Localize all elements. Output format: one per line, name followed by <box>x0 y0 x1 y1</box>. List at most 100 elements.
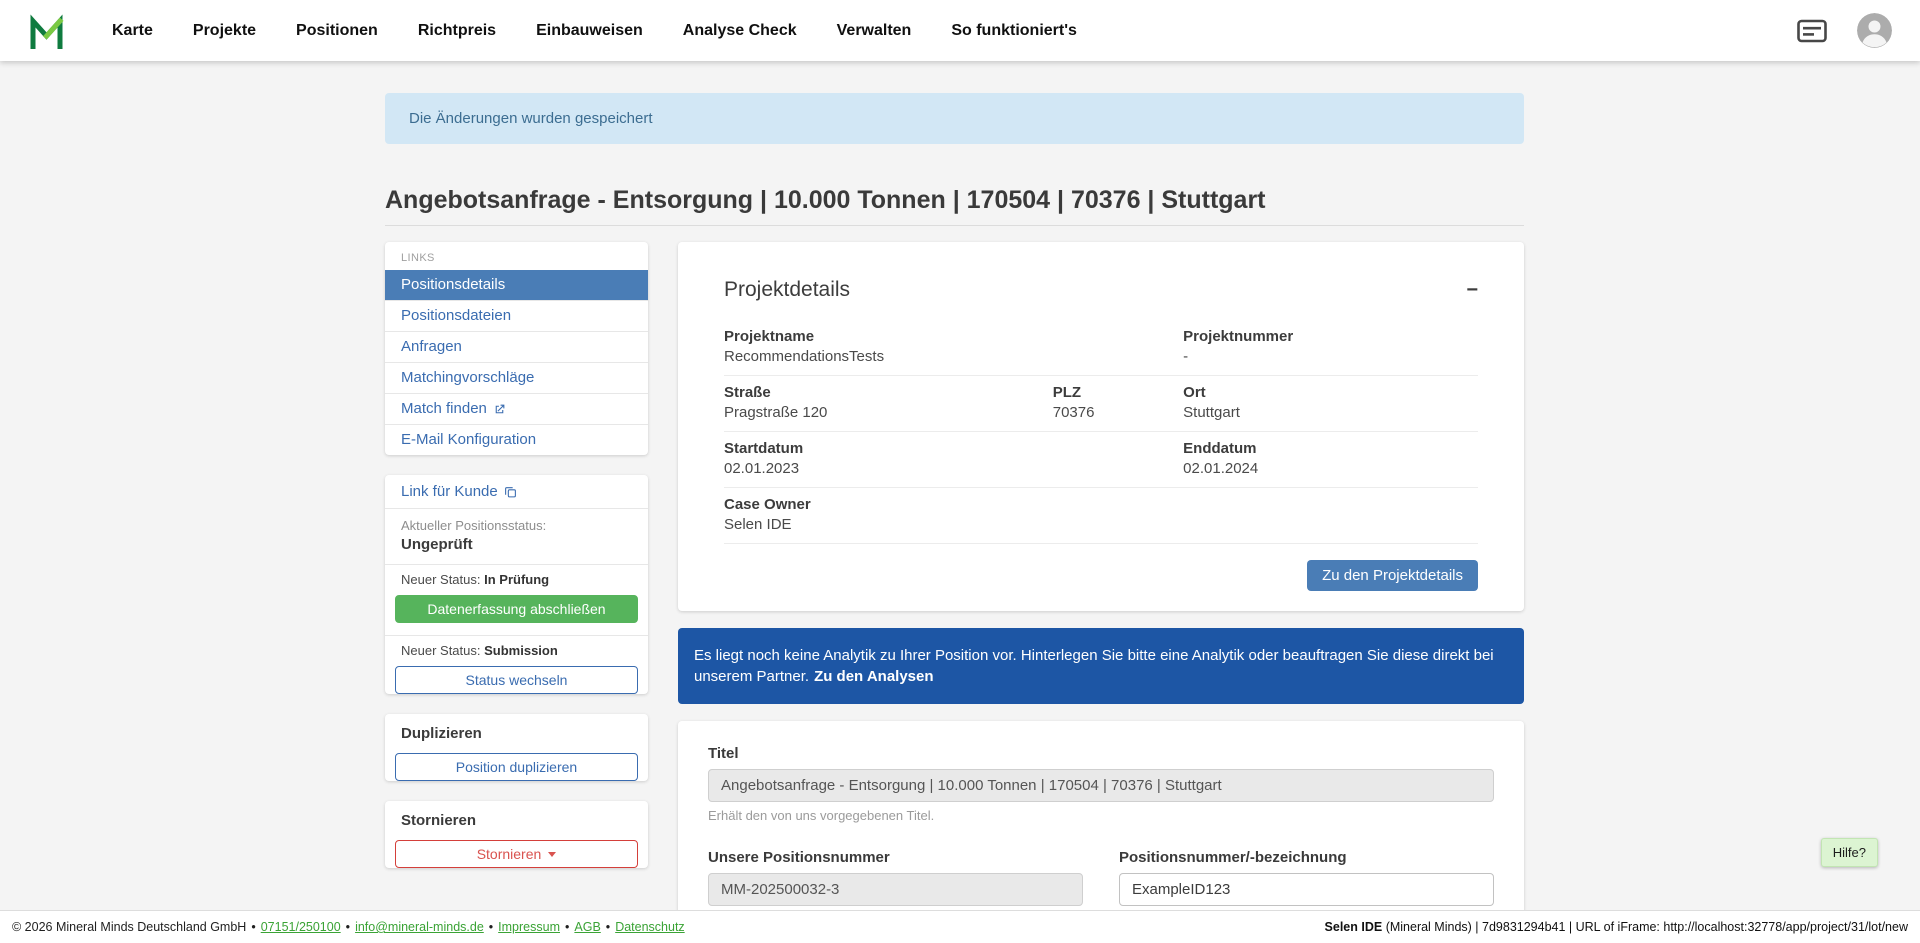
sidebar-item-positionsdetails[interactable]: Positionsdetails <box>385 270 648 301</box>
footer-link-agb[interactable]: AGB <box>574 920 600 934</box>
complete-data-entry-button[interactable]: Datenerfassung abschließen <box>395 595 638 623</box>
ort-label: Ort <box>1183 384 1478 401</box>
nav-item-richtpreis[interactable]: Richtpreis <box>418 22 496 40</box>
footer-copyright: © 2026 Mineral Minds Deutschland GmbH <box>12 920 246 934</box>
sidebar-item-label: Matchingvorschläge <box>401 369 534 387</box>
titel-helper: Erhält den von uns vorgegebenen Titel. <box>708 808 1494 823</box>
copy-icon[interactable] <box>504 485 517 499</box>
status-card: Link für Kunde Aktueller Positionsstatus… <box>385 475 648 694</box>
sidebar-item-matchingvorschlaege[interactable]: Matchingvorschläge <box>385 363 648 394</box>
footer-link-phone[interactable]: 07151/250100 <box>261 920 341 934</box>
posnr-label: Unsere Positionsnummer <box>708 849 1083 866</box>
nav-item-projekte[interactable]: Projekte <box>193 22 256 40</box>
startdatum-label: Startdatum <box>724 440 1183 457</box>
sidebar-item-label: Match finden <box>401 400 487 418</box>
duplicate-card-title: Duplizieren <box>385 714 648 751</box>
cancel-card-title: Stornieren <box>385 801 648 838</box>
footer-separator: • <box>346 920 350 934</box>
footer-separator: • <box>565 920 569 934</box>
sidebar: LINKS Positionsdetails Positionsdateien … <box>385 242 648 888</box>
sidebar-item-match-finden[interactable]: Match finden <box>385 394 648 425</box>
collapse-icon[interactable]: − <box>1466 280 1478 300</box>
sidebar-links-header: LINKS <box>385 242 648 270</box>
main-nav: Karte Projekte Positionen Richtpreis Ein… <box>112 22 1077 40</box>
topbar-right-actions <box>1797 13 1892 48</box>
go-to-project-details-button[interactable]: Zu den Projektdetails <box>1307 560 1478 591</box>
page-content: Die Änderungen wurden gespeichert Angebo… <box>0 61 1920 910</box>
position-number-field-group: Unsere Positionsnummer Erhält eine syste… <box>708 849 1083 910</box>
footer-link-email[interactable]: info@mineral-minds.de <box>355 920 484 934</box>
save-success-alert: Die Änderungen wurden gespeichert <box>385 93 1524 144</box>
titel-input <box>708 769 1494 802</box>
switch-status-button[interactable]: Status wechseln <box>395 666 638 694</box>
project-row-address: Straße Pragstraße 120 PLZ 70376 Ort Stut… <box>724 376 1478 432</box>
sidebar-item-positionsdateien[interactable]: Positionsdateien <box>385 301 648 332</box>
footer-separator: • <box>606 920 610 934</box>
sidebar-item-label: Positionsdateien <box>401 307 511 325</box>
next-status-review-row: Neuer Status: In Prüfung <box>385 565 648 593</box>
footer-link-datenschutz[interactable]: Datenschutz <box>615 920 684 934</box>
startdatum-value: 02.01.2023 <box>724 460 1183 478</box>
analytics-banner: Es liegt noch keine Analytik zu Ihrer Po… <box>678 628 1524 704</box>
sidebar-item-anfragen[interactable]: Anfragen <box>385 332 648 363</box>
next-status-label: Neuer Status: <box>401 572 481 587</box>
customer-link[interactable]: Link für Kunde <box>401 483 498 500</box>
next-status-label: Neuer Status: <box>401 643 481 658</box>
titel-label: Titel <box>708 745 1494 762</box>
cancel-position-button[interactable]: Stornieren <box>395 840 638 868</box>
nav-item-karte[interactable]: Karte <box>112 22 153 40</box>
project-details-title: Projektdetails <box>724 278 850 302</box>
footer-separator: • <box>251 920 255 934</box>
enddatum-label: Enddatum <box>1183 440 1478 457</box>
strasse-label: Straße <box>724 384 1053 401</box>
extnr-input[interactable] <box>1119 873 1494 906</box>
customer-link-row: Link für Kunde <box>385 475 648 509</box>
card-reader-icon[interactable] <box>1797 19 1827 43</box>
footer-link-impressum[interactable]: Impressum <box>498 920 560 934</box>
nav-item-verwalten[interactable]: Verwalten <box>837 22 912 40</box>
external-number-field-group: Positionsnummer/-bezeichnung Z.B. Intern… <box>1119 849 1494 910</box>
extnr-label: Positionsnummer/-bezeichnung <box>1119 849 1494 866</box>
alert-message: Die Änderungen wurden gespeichert <box>409 110 653 127</box>
case-owner-value: Selen IDE <box>724 516 1478 534</box>
project-details-card: Projektdetails − Projektname Recommendat… <box>678 242 1524 611</box>
strasse-value: Pragstraße 120 <box>724 404 1053 422</box>
analytics-banner-link[interactable]: Zu den Analysen <box>814 668 933 685</box>
top-navigation-bar: Karte Projekte Positionen Richtpreis Ein… <box>0 0 1920 61</box>
sidebar-item-label: Anfragen <box>401 338 462 356</box>
nav-item-so-funktionierts[interactable]: So funktioniert's <box>951 22 1077 40</box>
mineral-minds-logo-icon <box>28 13 66 49</box>
cancel-card: Stornieren Stornieren <box>385 801 648 868</box>
caret-down-icon <box>548 852 556 857</box>
next-status-submission-row: Neuer Status: Submission <box>385 636 648 664</box>
nav-item-analyse-check[interactable]: Analyse Check <box>683 22 797 40</box>
external-link-icon <box>493 403 506 416</box>
nav-item-einbauweisen[interactable]: Einbauweisen <box>536 22 643 40</box>
current-status-value: Ungeprüft <box>401 536 632 553</box>
duplicate-position-button[interactable]: Position duplizieren <box>395 753 638 781</box>
sidebar-item-label: E-Mail Konfiguration <box>401 431 536 449</box>
brand-logo[interactable] <box>28 13 66 49</box>
case-owner-label: Case Owner <box>724 496 1478 513</box>
project-row-dates: Startdatum 02.01.2023 Enddatum 02.01.202… <box>724 432 1478 488</box>
enddatum-value: 02.01.2024 <box>1183 460 1478 478</box>
posnr-input <box>708 873 1083 906</box>
ort-value: Stuttgart <box>1183 404 1478 422</box>
projektnummer-label: Projektnummer <box>1183 328 1478 345</box>
sidebar-item-email-konfiguration[interactable]: E-Mail Konfiguration <box>385 425 648 455</box>
footer-session-details: (Mineral Minds) | 7d9831294b41 | URL of … <box>1382 920 1908 934</box>
person-icon <box>1857 13 1892 48</box>
project-row-case-owner: Case Owner Selen IDE <box>724 488 1478 544</box>
footer-session-info: Selen IDE (Mineral Minds) | 7d9831294b41… <box>1325 920 1908 934</box>
user-avatar[interactable] <box>1857 13 1892 48</box>
nav-item-positionen[interactable]: Positionen <box>296 22 378 40</box>
position-form-card: Titel Erhält den von uns vorgegebenen Ti… <box>678 721 1524 910</box>
footer: © 2026 Mineral Minds Deutschland GmbH • … <box>0 910 1920 943</box>
help-button[interactable]: Hilfe? <box>1821 838 1878 867</box>
next-status-submission-section: Neuer Status: Submission Status wechseln <box>385 636 648 694</box>
projektnummer-value: - <box>1183 348 1478 366</box>
footer-separator: • <box>489 920 493 934</box>
sidebar-links-card: LINKS Positionsdetails Positionsdateien … <box>385 242 648 455</box>
current-status-block: Aktueller Positionsstatus: Ungeprüft <box>385 509 648 565</box>
page-title: Angebotsanfrage - Entsorgung | 10.000 To… <box>385 185 1524 215</box>
